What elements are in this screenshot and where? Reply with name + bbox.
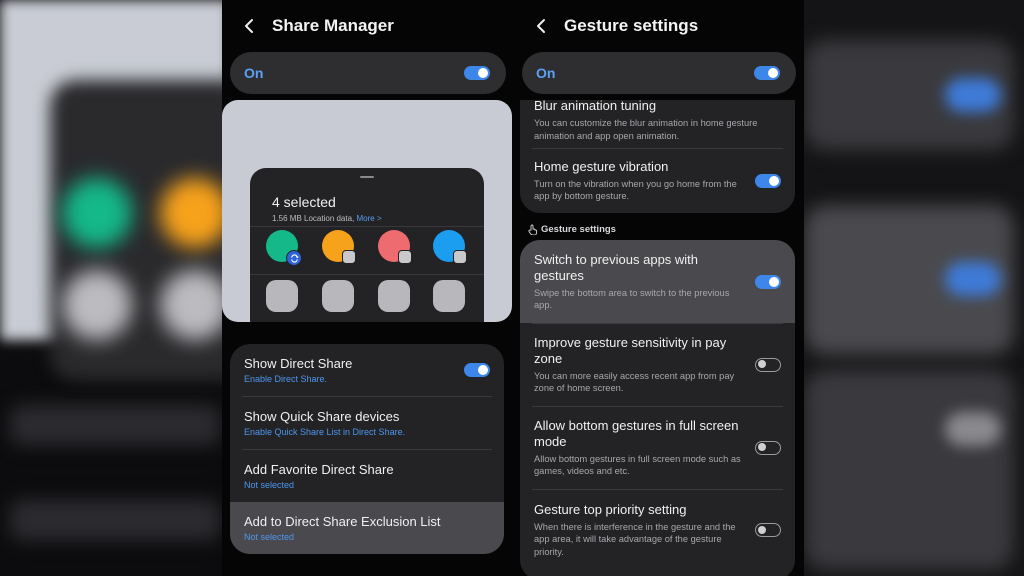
app-tile-placeholder[interactable] [378, 280, 410, 312]
allow-bottom-gestures-toggle[interactable] [755, 440, 781, 455]
list-item-home-gesture-vibration[interactable]: Home gesture vibration Turn on the vibra… [520, 148, 795, 213]
row-subtitle: Enable Direct Share. [244, 374, 328, 384]
share-sheet-preview: 4 selected 1.56 MB Location data, More > [222, 100, 512, 322]
row-description: Swipe the bottom area to switch to the p… [534, 287, 730, 311]
background-toggle [945, 262, 1001, 296]
row-title: Show Direct Share [244, 356, 353, 371]
preview-title: 4 selected [272, 194, 336, 210]
switch-to-previous-apps-toggle[interactable] [755, 274, 781, 289]
row-text: Allow bottom gestures in full screen mod… [534, 418, 744, 478]
back-arrow-icon[interactable] [238, 15, 260, 37]
hand-gesture-icon [528, 224, 538, 235]
list-item-gesture-top-priority[interactable]: Gesture top priority setting When there … [520, 489, 795, 571]
home-gesture-vibration-toggle[interactable] [755, 173, 781, 188]
list-item-show-direct-share[interactable]: Show Direct Share Enable Direct Share. [230, 344, 504, 396]
preview-more-link[interactable]: More > [357, 214, 382, 223]
background-blob-orange [160, 178, 230, 248]
row-text: Show Direct Share Enable Direct Share. [244, 356, 352, 384]
row-title: Blur animation tuning [534, 100, 657, 113]
app-tile-placeholder[interactable] [322, 280, 354, 312]
list-item-blur-animation-tuning[interactable]: Blur animation tuning You can customize … [520, 100, 795, 148]
app-tile-placeholder[interactable] [266, 280, 298, 312]
background-right-card [804, 370, 1014, 570]
row-title: Improve gesture sensitivity in pay zone [534, 334, 727, 366]
list-item-show-quick-share-devices[interactable]: Show Quick Share devices Enable Quick Sh… [230, 396, 504, 449]
row-title: Home gesture vibration [534, 158, 669, 174]
sheet-handle [360, 176, 374, 178]
list-item-switch-to-previous-apps[interactable]: Switch to previous apps with gestures Sw… [520, 240, 795, 323]
background-toggle [945, 412, 1001, 446]
divider [250, 274, 484, 275]
row-text: Show Quick Share devices Enable Quick Sh… [244, 409, 405, 437]
row-title: Gesture top priority setting [534, 501, 687, 517]
gesture-settings-screen: Gesture settings On Blur animation tunin… [514, 0, 804, 576]
quick-share-icon [286, 250, 302, 266]
section-header-label: Gesture settings [541, 224, 616, 235]
master-switch-toggle[interactable] [754, 66, 780, 80]
app-badge-icon [342, 250, 356, 264]
background-blob-grey [62, 270, 132, 340]
preview-subtitle: 1.56 MB Location data, More > [272, 214, 382, 223]
master-switch-toggle[interactable] [464, 66, 490, 80]
row-title: Switch to previous apps with gestures [534, 251, 699, 283]
row-subtitle: Enable Quick Share List in Direct Share. [244, 426, 406, 437]
list-item-improve-gesture-sensitivity[interactable]: Improve gesture sensitivity in pay zone … [520, 323, 795, 406]
row-description: Allow bottom gestures in full screen mod… [534, 453, 741, 477]
share-manager-app-bar: Share Manager [222, 0, 514, 52]
row-text: Home gesture vibration Turn on the vibra… [534, 159, 749, 203]
row-description: You can more easily access recent app fr… [534, 370, 735, 394]
row-description: Turn on the vibration when you go home f… [534, 178, 737, 202]
improve-gesture-sensitivity-toggle[interactable] [755, 357, 781, 372]
gesture-settings-list: Switch to previous apps with gestures Sw… [520, 240, 795, 576]
list-item-allow-bottom-gestures[interactable]: Allow bottom gestures in full screen mod… [520, 406, 795, 489]
app-badge-icon [453, 250, 467, 264]
app-badge-icon [398, 250, 412, 264]
gesture-top-priority-toggle[interactable] [755, 523, 781, 537]
row-text: Blur animation tuning You can customize … [534, 100, 781, 142]
row-description: When there is interference in the gestur… [534, 521, 736, 557]
master-switch-bar[interactable]: On [230, 52, 506, 94]
app-tile-placeholder[interactable] [433, 280, 465, 312]
row-text: Switch to previous apps with gestures Sw… [534, 252, 734, 312]
share-manager-screen: Share Manager On 4 selected 1.56 MB Loca… [222, 0, 514, 576]
master-switch-bar[interactable]: On [522, 52, 796, 94]
row-subtitle: Not selected [244, 532, 295, 542]
page-title: Share Manager [272, 16, 394, 35]
row-text: Improve gesture sensitivity in pay zone … [534, 335, 739, 395]
gesture-settings-app-bar: Gesture settings [514, 0, 804, 52]
row-text: Add Favorite Direct Share Not selected [244, 462, 394, 490]
background-blob-green [62, 178, 132, 248]
master-switch-label: On [536, 65, 556, 81]
share-sheet: 4 selected 1.56 MB Location data, More > [250, 168, 484, 322]
section-header: Gesture settings [528, 224, 616, 235]
row-title: Add Favorite Direct Share [244, 461, 394, 477]
row-title: Show Quick Share devices [244, 408, 400, 424]
master-switch-label: On [244, 65, 264, 81]
row-text: Gesture top priority setting When there … [534, 502, 744, 559]
row-title: Allow bottom gestures in full screen mod… [534, 417, 739, 449]
back-arrow-icon[interactable] [530, 15, 552, 37]
row-description: You can customize the blur animation in … [534, 118, 758, 141]
list-item-add-to-exclusion-list[interactable]: Add to Direct Share Exclusion List Not s… [230, 502, 504, 554]
background-row [10, 405, 220, 445]
background-blob-grey [160, 270, 230, 340]
preview-subtitle-text: 1.56 MB Location data, [272, 214, 355, 223]
background-toggle [945, 78, 1001, 112]
page-title: Gesture settings [564, 16, 699, 35]
show-direct-share-toggle[interactable] [464, 363, 490, 377]
share-options-list: Show Direct Share Enable Direct Share. S… [230, 344, 504, 554]
background-row [10, 500, 220, 540]
row-text: Add to Direct Share Exclusion List Not s… [244, 514, 441, 542]
list-item-add-favorite-direct-share[interactable]: Add Favorite Direct Share Not selected [230, 449, 504, 502]
divider [250, 226, 484, 227]
row-subtitle: Not selected [244, 479, 295, 490]
gesture-animation-card: Blur animation tuning You can customize … [520, 100, 795, 213]
row-title: Add to Direct Share Exclusion List [244, 514, 441, 529]
